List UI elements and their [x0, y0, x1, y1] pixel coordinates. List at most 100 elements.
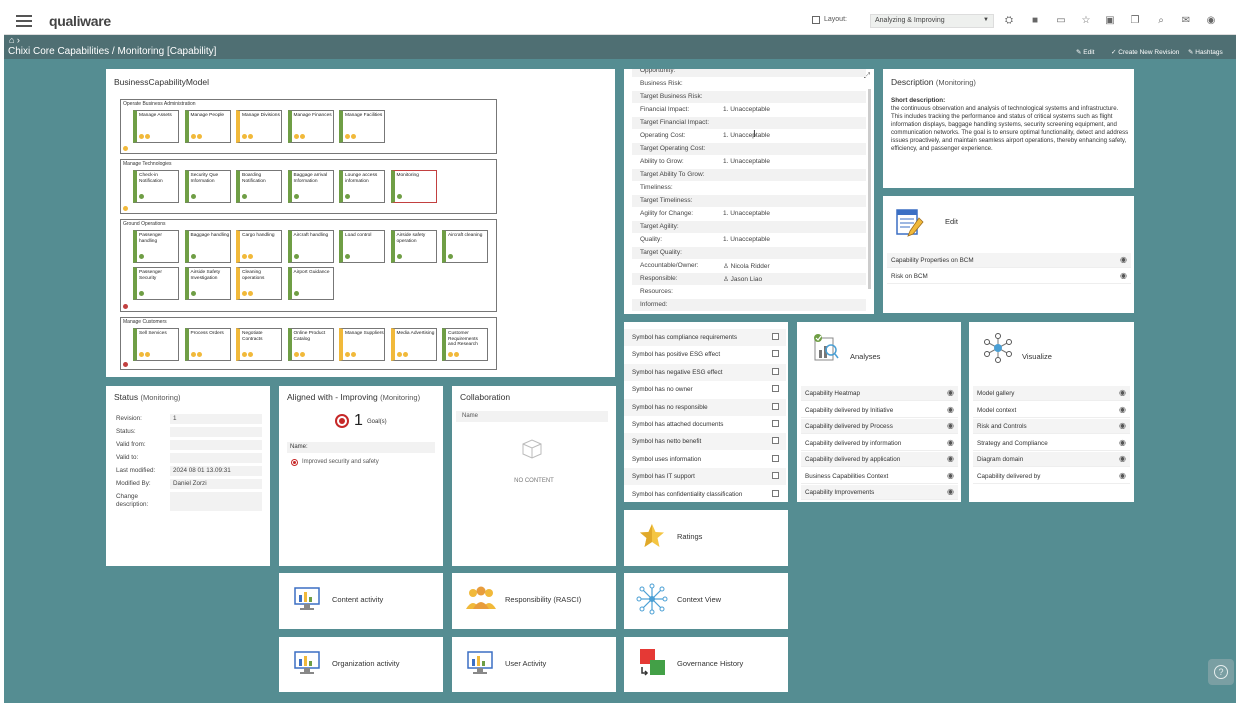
eye-icon[interactable]: ◉ [1119, 471, 1126, 480]
link-capability-properties[interactable]: Capability Properties on BCM ◉ [887, 253, 1131, 268]
capability-box[interactable]: Process Orders [184, 328, 231, 361]
view-link-row[interactable]: Capability Heatmap ◉ [801, 386, 958, 401]
capability-box[interactable]: Manage People [184, 110, 231, 143]
capability-box[interactable]: Monitoring [390, 170, 437, 203]
capability-box[interactable]: Cleaning operations [236, 267, 282, 300]
capability-box[interactable]: Manage Assets [133, 110, 179, 143]
view-link-row[interactable]: Business Capabilities Context ◉ [801, 469, 958, 484]
capability-box[interactable]: Online Product Catalog [287, 328, 334, 361]
scrollbar[interactable] [868, 89, 871, 289]
governance-history-tile[interactable]: Governance History [624, 637, 788, 692]
eye-icon[interactable]: ◉ [947, 405, 954, 414]
puzzle-icon[interactable]: ▣ [1103, 15, 1117, 26]
home-icon[interactable]: ⌂ › [9, 35, 20, 45]
capability-box[interactable]: Boarding Notification [236, 170, 282, 203]
capability-box[interactable]: Manage Facilities [339, 110, 385, 143]
eye-icon[interactable]: ◉ [1120, 271, 1127, 280]
capability-box[interactable]: Passenger Security [133, 267, 179, 300]
view-link-row[interactable]: Capability Improvements ◉ [801, 485, 958, 500]
symbol-check-row[interactable]: Symbol has compliance requirements [624, 329, 786, 346]
user-activity-tile[interactable]: User Activity [452, 637, 616, 692]
eye-icon[interactable]: ◉ [1119, 405, 1126, 414]
content-activity-tile[interactable]: Content activity [279, 573, 443, 629]
checkbox[interactable] [772, 367, 779, 375]
checkbox[interactable] [772, 385, 779, 393]
view-link-row[interactable]: Diagram domain ◉ [973, 452, 1130, 467]
view-link-row[interactable]: Strategy and Compliance ◉ [973, 436, 1130, 451]
help-button[interactable]: ? [1208, 659, 1234, 685]
capability-box[interactable]: Passenger handling [133, 230, 179, 263]
capability-box[interactable]: Media Advertising [390, 328, 437, 361]
capability-box[interactable]: Baggage arrival Information [287, 170, 334, 203]
context-view-tile[interactable]: Context View [624, 573, 788, 629]
star-icon[interactable]: ☆ [1079, 15, 1093, 26]
capability-box[interactable]: Manage Suppliers [339, 328, 385, 361]
capability-box[interactable]: Cargo handling [236, 230, 282, 263]
checkbox[interactable] [772, 420, 779, 427]
checkbox[interactable] [772, 472, 779, 480]
view-link-row[interactable]: Capability delivered by Process ◉ [801, 419, 958, 434]
view-link-row[interactable]: Risk and Controls ◉ [973, 419, 1130, 434]
checkbox[interactable] [772, 489, 779, 497]
users-icon[interactable]: ⛭ [1002, 15, 1016, 26]
view-link-row[interactable]: Model context ◉ [973, 403, 1130, 418]
view-link-row[interactable]: Capability delivered by information ◉ [801, 436, 958, 451]
capability-box[interactable]: Check-in Notification [133, 170, 179, 203]
symbol-check-row[interactable]: Symbol has no owner [624, 381, 786, 398]
chat-icon[interactable]: ▭ [1054, 15, 1068, 26]
capability-box[interactable]: Aircraft handling [287, 230, 334, 263]
capability-box[interactable]: Airside Safety Investigation [184, 267, 231, 300]
search-icon[interactable]: ⌕ [1154, 15, 1168, 26]
symbol-check-row[interactable]: Symbol has IT support [624, 468, 786, 486]
symbol-check-row[interactable]: Symbol has no responsible [624, 398, 786, 416]
eye-icon[interactable]: ◉ [947, 438, 954, 447]
capability-box[interactable]: Customer Requirements and Research [442, 328, 488, 361]
capability-box[interactable]: Airside safety operation [390, 230, 437, 263]
capability-box[interactable]: Security Que Information [184, 170, 231, 203]
symbol-check-row[interactable]: Symbol has confidentiality classificatio… [624, 486, 786, 502]
view-link-row[interactable]: Model gallery ◉ [973, 386, 1130, 401]
symbol-check-row[interactable]: Symbol has netto benefit [624, 433, 786, 451]
capability-box[interactable]: Negotiate Contracts [236, 328, 282, 361]
eye-icon[interactable]: ◉ [947, 471, 954, 480]
folder-icon[interactable]: ■ [1028, 15, 1042, 26]
user-icon[interactable]: ◉ [1204, 15, 1218, 26]
capability-box[interactable]: Manage Finances [287, 110, 334, 143]
view-link-row[interactable]: Capability delivered by Initiative ◉ [801, 403, 958, 418]
link-risk-on-bcm[interactable]: Risk on BCM ◉ [887, 269, 1131, 284]
eye-icon[interactable]: ◉ [947, 421, 954, 430]
eye-icon[interactable]: ◉ [947, 388, 954, 397]
mail-icon[interactable]: ✉ [1179, 15, 1193, 26]
checkbox[interactable] [772, 454, 779, 462]
capability-box[interactable]: Airport Guidance [287, 267, 334, 300]
goal-item-link[interactable]: Improved security and safety [302, 459, 379, 465]
hashtags-button[interactable]: ✎ Hashtags [1188, 48, 1223, 56]
capability-box[interactable]: Baggage handling [184, 230, 231, 263]
eye-icon[interactable]: ◉ [1120, 255, 1127, 264]
symbol-check-row[interactable]: Symbol uses information [624, 451, 786, 468]
eye-icon[interactable]: ◉ [1119, 454, 1126, 463]
view-link-row[interactable]: Capability delivered by ◉ [973, 469, 1130, 484]
eye-icon[interactable]: ◉ [947, 454, 954, 463]
create-revision-button[interactable]: ✓ Create New Revision [1111, 48, 1179, 56]
symbol-check-row[interactable]: Symbol has attached documents [624, 416, 786, 433]
copy-icon[interactable]: ❐ [1128, 15, 1142, 26]
eye-icon[interactable]: ◉ [1119, 388, 1126, 397]
checkbox[interactable] [772, 402, 779, 410]
capability-box[interactable]: Load control [339, 230, 385, 263]
checkbox[interactable] [772, 350, 779, 358]
ratings-tile[interactable]: Ratings [624, 510, 788, 566]
symbol-check-row[interactable]: Symbol has negative ESG effect [624, 363, 786, 381]
capability-group[interactable]: Manage Customers Sell Services Process Ord… [120, 317, 497, 370]
hamburger-menu-icon[interactable] [16, 15, 32, 28]
checkbox[interactable] [772, 437, 779, 445]
capability-box[interactable]: Manage Divisions [236, 110, 282, 143]
responsibility-tile[interactable]: Responsibility (RASCI) [452, 573, 616, 629]
symbol-check-row[interactable]: Symbol has positive ESG effect [624, 346, 786, 363]
checkbox[interactable] [772, 333, 779, 340]
capability-group[interactable]: Manage Technologies Check-in Notification… [120, 159, 497, 214]
eye-icon[interactable]: ◉ [1119, 421, 1126, 430]
capability-box[interactable]: Sell Services [133, 328, 179, 361]
organization-activity-tile[interactable]: Organization activity [279, 637, 443, 692]
eye-icon[interactable]: ◉ [947, 487, 954, 496]
